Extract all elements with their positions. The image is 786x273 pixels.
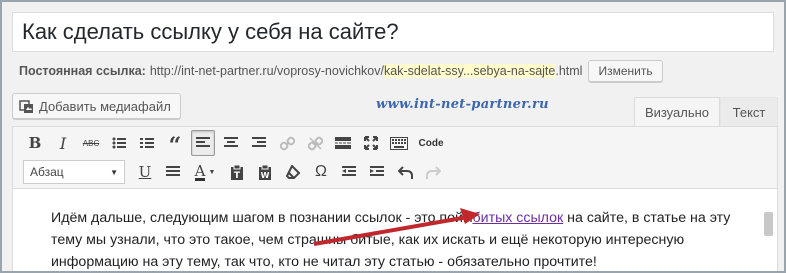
strikethrough-icon[interactable]: ABC [79,130,103,156]
content-text: на сайте, в статье на эту [563,210,731,226]
toolbar-toggle-icon[interactable] [387,130,411,156]
permalink-label: Постоянная ссылка: [19,64,146,78]
content-line-3: информацию на эту тему, так что, кто не … [51,254,597,270]
content-text: Идём дальше, следующим шагом в познании … [51,210,473,226]
format-select-value: Абзац [30,165,64,179]
permalink-slug[interactable]: kak-sdelat-ssy...sebya-na-sajte [383,64,556,78]
content-line-2: тему мы узнали, что это такое, чем страш… [51,232,685,248]
svg-text:T: T [234,171,241,180]
toolbar-row-1: B I ABC “ Code [23,130,451,157]
permalink-row: Постоянная ссылка: http://int-net-partne… [19,60,663,82]
media-add-icon [19,99,34,114]
add-media-button[interactable]: Добавить медиафайл [12,93,181,119]
outdent-icon[interactable] [337,159,361,185]
special-character-icon[interactable]: Ω [309,159,333,185]
svg-text:W: W [261,171,270,180]
bullet-list-icon[interactable] [107,130,131,156]
align-right-icon[interactable] [247,130,271,156]
text-color-icon[interactable]: A ▼ [189,159,221,185]
chevron-down-icon: ▼ [208,168,216,176]
italic-icon[interactable]: I [51,130,75,156]
permalink-suffix: .html [555,64,583,78]
clear-formatting-icon[interactable]: W [253,159,277,185]
redo-icon[interactable] [421,159,445,185]
edit-permalink-button[interactable]: Изменить [588,60,663,82]
blockquote-icon[interactable]: “ [163,130,187,157]
editor-scrollbar[interactable] [764,212,773,236]
post-editor-screen: Как сделать ссылку у себя на сайте? Пост… [0,0,786,273]
watermark: www.int-net-partner.ru [376,97,549,112]
align-center-icon[interactable] [219,130,243,156]
post-title-input[interactable]: Как сделать ссылку у себя на сайте? [12,12,774,52]
code-button[interactable]: Code [415,130,447,156]
eraser-icon[interactable] [281,159,305,185]
editor-toolbar: B I ABC “ Code Абзац ▼ U A ▼ T W Ω [13,127,777,189]
broken-links-link[interactable]: битых ссылок [473,210,564,226]
format-select[interactable]: Абзац ▼ [23,160,125,184]
underline-icon[interactable]: U [133,159,157,185]
toolbar-row-2: Абзац ▼ U A ▼ T W Ω [23,159,449,185]
align-left-icon[interactable] [191,130,215,156]
tab-text[interactable]: Текст [720,97,778,127]
content-line-1: Идём дальше, следующим шагом в познании … [51,207,751,229]
read-more-icon[interactable] [331,130,355,156]
remove-link-icon[interactable] [303,130,327,156]
editor-content[interactable]: Идём дальше, следующим шагом в познании … [51,207,751,271]
paste-as-text-icon[interactable]: T [225,159,249,185]
add-media-label: Добавить медиафайл [39,98,171,114]
fullscreen-icon[interactable] [359,130,383,156]
justify-icon[interactable] [161,159,185,185]
indent-icon[interactable] [365,159,389,185]
numbered-list-icon[interactable] [135,130,159,156]
insert-link-icon[interactable] [275,130,299,156]
undo-icon[interactable] [393,159,417,185]
permalink-url[interactable]: http://int-net-partner.ru/voprosy-novich… [150,64,384,78]
chevron-down-icon: ▼ [110,167,118,177]
visual-editor: B I ABC “ Code Абзац ▼ U A ▼ T W Ω Идём … [12,126,778,271]
bold-icon[interactable]: B [23,130,47,156]
tab-visual[interactable]: Визуально [634,97,720,127]
